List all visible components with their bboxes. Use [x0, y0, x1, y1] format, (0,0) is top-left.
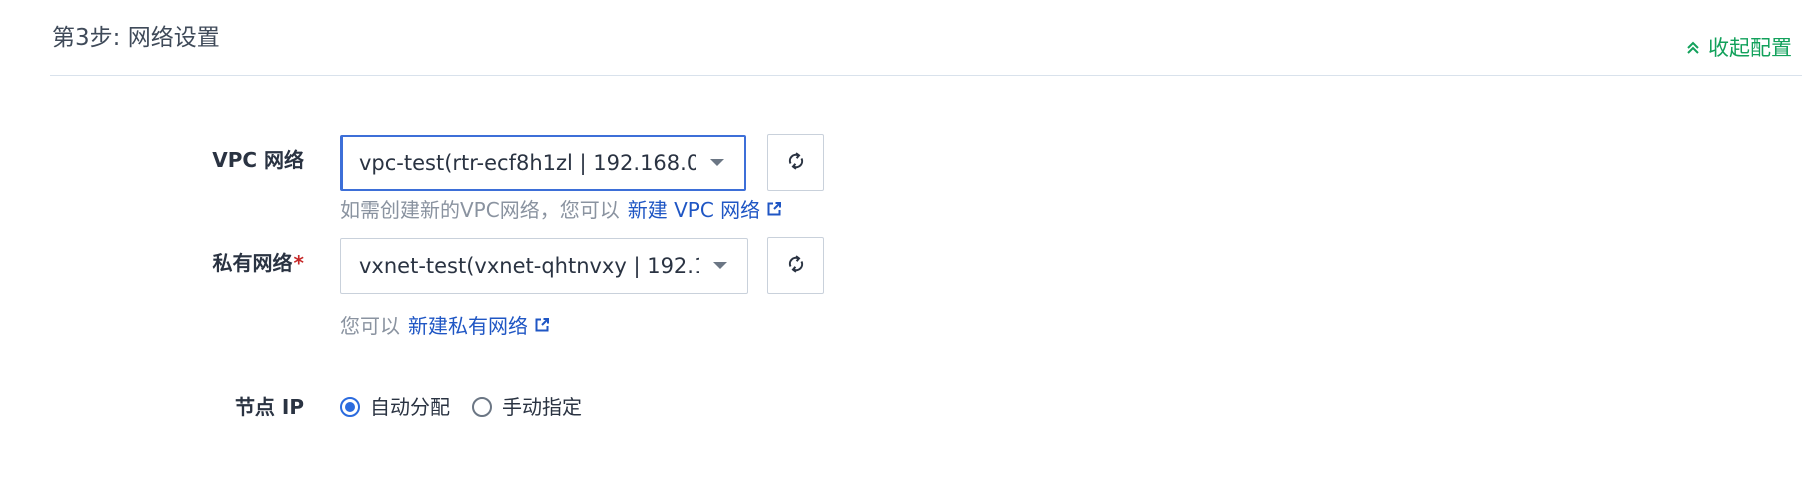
caret-down-icon — [710, 159, 724, 166]
vxnet-refresh-button[interactable] — [767, 237, 824, 294]
vpc-hint: 如需创建新的VPC网络，您可以 新建 VPC 网络 — [340, 196, 782, 224]
node-ip-label: 节点 IP — [235, 393, 304, 421]
radio-manual-assign-circle[interactable] — [472, 397, 492, 417]
vpc-select-value: vpc-test(rtr-ecf8h1zl | 192.168.0.0/16) — [359, 151, 696, 175]
collapse-config-label: 收起配置 — [1708, 36, 1792, 60]
radio-auto-assign-circle[interactable] — [340, 397, 360, 417]
node-ip-label-text: 节点 IP — [234, 395, 304, 419]
radio-manual-assign[interactable]: 手动指定 — [472, 393, 582, 421]
create-vpc-link-label: 新建 VPC 网络 — [627, 198, 761, 222]
vxnet-label: 私有网络* — [213, 249, 304, 277]
vxnet-hint: 您可以 新建私有网络 — [340, 312, 550, 340]
refresh-icon — [786, 254, 806, 278]
vxnet-select[interactable]: vxnet-test(vxnet-qhtnvxy | 192.168.1.0/2… — [340, 238, 748, 294]
double-chevron-up-icon — [1686, 41, 1700, 55]
section-divider — [50, 75, 1802, 76]
collapse-config-button[interactable]: 收起配置 — [1686, 34, 1792, 62]
create-vxnet-link[interactable]: 新建私有网络 — [408, 312, 550, 340]
vpc-hint-text: 如需创建新的VPC网络，您可以 — [340, 198, 620, 222]
vxnet-select-value: vxnet-test(vxnet-qhtnvxy | 192.168.1.0/2… — [359, 254, 699, 278]
vxnet-hint-text: 您可以 — [340, 314, 400, 338]
radio-manual-assign-label: 手动指定 — [502, 395, 582, 419]
radio-auto-assign-label: 自动分配 — [370, 395, 450, 419]
create-vpc-link[interactable]: 新建 VPC 网络 — [628, 196, 782, 224]
external-link-icon — [534, 312, 550, 340]
create-vxnet-link-label: 新建私有网络 — [408, 314, 528, 338]
external-link-icon — [766, 196, 782, 224]
required-mark: * — [293, 251, 304, 275]
vxnet-label-text: 私有网络 — [212, 251, 293, 275]
vpc-label-text: VPC 网络 — [212, 148, 304, 172]
vpc-select[interactable]: vpc-test(rtr-ecf8h1zl | 192.168.0.0/16) — [340, 135, 746, 191]
refresh-icon — [786, 151, 806, 175]
caret-down-icon — [713, 262, 727, 269]
vpc-label: VPC 网络 — [212, 146, 304, 174]
node-ip-radio-group: 自动分配 手动指定 — [340, 393, 582, 421]
vpc-refresh-button[interactable] — [767, 134, 824, 191]
radio-auto-assign[interactable]: 自动分配 — [340, 393, 450, 421]
section-title: 第3步: 网络设置 — [52, 25, 220, 51]
